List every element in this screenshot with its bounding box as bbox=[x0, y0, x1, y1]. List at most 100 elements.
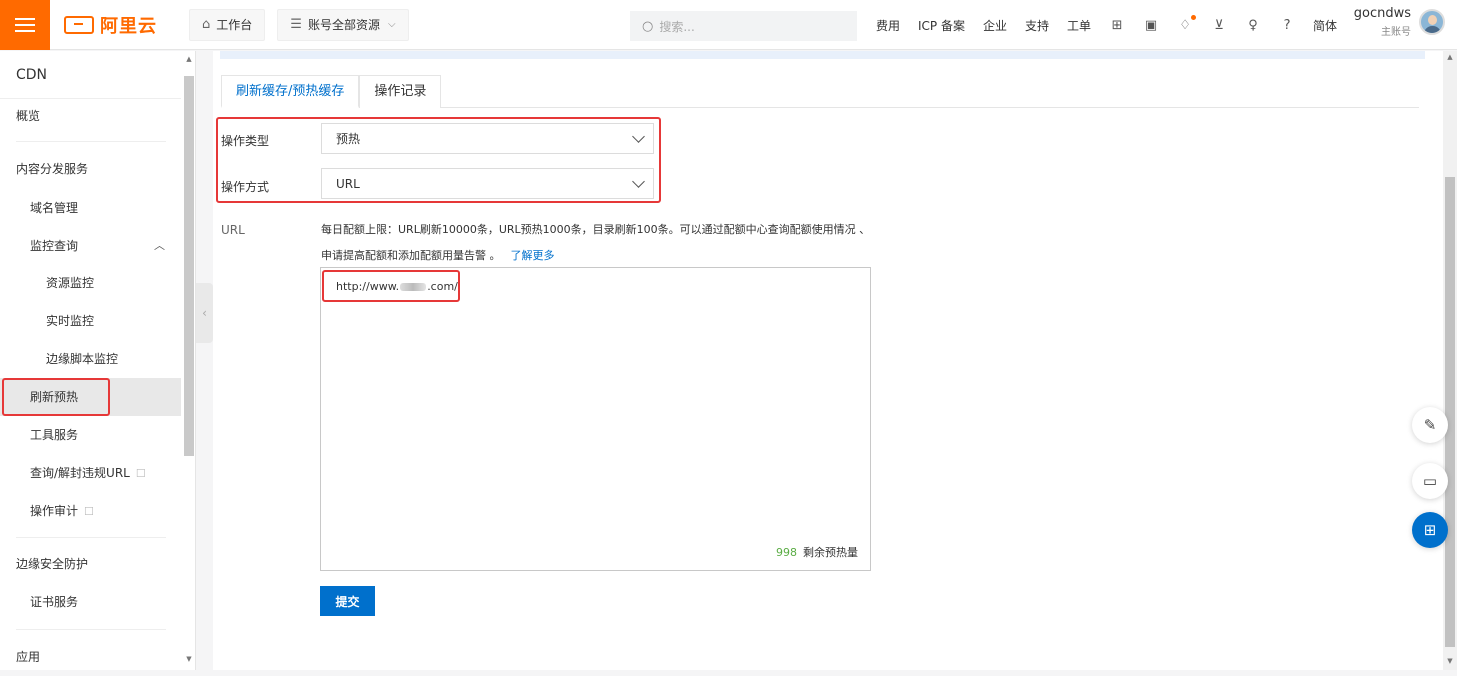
hamburger-menu-button[interactable] bbox=[0, 0, 50, 50]
bell-icon[interactable]: ♢ bbox=[1177, 15, 1197, 33]
sidebar-scroll-thumb[interactable] bbox=[184, 76, 194, 456]
sidebar-item-label: 资源监控 bbox=[46, 276, 95, 290]
sidebar-divider bbox=[16, 629, 166, 630]
scroll-up-arrow-icon[interactable]: ▲ bbox=[184, 55, 194, 63]
redacted-domain bbox=[400, 283, 427, 291]
lightbulb-icon[interactable]: ♀ bbox=[1245, 17, 1261, 33]
sidebar-title: CDN bbox=[0, 51, 181, 99]
chevron-up-icon: ︿ bbox=[154, 239, 165, 252]
notification-dot bbox=[1191, 15, 1197, 20]
sidebar-group-apps[interactable]: 应用 bbox=[0, 638, 181, 676]
apps-icon[interactable]: ⊞ bbox=[1109, 17, 1125, 33]
sidebar-collapse-button[interactable]: ‹ bbox=[196, 283, 213, 343]
chevron-left-icon: ‹ bbox=[202, 306, 207, 320]
external-link-icon: ☐ bbox=[135, 467, 146, 480]
tab-refresh-preload[interactable]: 刷新缓存/预热缓存 bbox=[221, 75, 360, 108]
sidebar-item-audit[interactable]: 操作审计 ☐ bbox=[0, 492, 181, 530]
avatar[interactable] bbox=[1419, 9, 1445, 35]
aliyun-logo[interactable]: 阿里云 bbox=[50, 0, 177, 50]
sidebar-item-url-query[interactable]: 查询/解封违规URL ☐ bbox=[0, 454, 181, 492]
billing-link[interactable]: 费用 bbox=[876, 17, 900, 34]
sidebar-item-label: 查询/解封违规URL bbox=[30, 466, 130, 480]
op-method-label: 操作方式 bbox=[221, 180, 270, 194]
main-scrollbar[interactable]: ▲ ▼ bbox=[1443, 51, 1457, 670]
tab-bar: 刷新缓存/预热缓存 操作记录 bbox=[221, 75, 1419, 108]
learn-more-link[interactable]: 了解更多 bbox=[511, 249, 555, 262]
sidebar-item-tools[interactable]: 工具服务 bbox=[0, 416, 181, 454]
main-scroll-thumb[interactable] bbox=[1445, 177, 1455, 647]
sidebar-item-label: 域名管理 bbox=[30, 201, 79, 215]
sidebar-group-content-delivery[interactable]: 内容分发服务 bbox=[0, 150, 181, 188]
grid-apps-icon[interactable]: ⊞ bbox=[1412, 512, 1448, 548]
scroll-down-arrow-icon[interactable]: ▼ bbox=[184, 655, 194, 663]
quota-hint-line1: 每日配额上限：URL刷新10000条，URL预热1000条，目录刷新100条。可… bbox=[321, 223, 871, 236]
sidebar-item-realtime-monitoring[interactable]: 实时监控 bbox=[0, 302, 181, 340]
chevron-down-icon bbox=[632, 175, 645, 188]
sidebar-scrollbar[interactable]: ▲ ▼ bbox=[184, 55, 194, 665]
sidebar-item-refresh-preload[interactable]: 刷新预热 bbox=[0, 378, 181, 416]
sidebar: CDN 概览 内容分发服务 域名管理 监控查询 ︿ 资源监控 实时监控 边缘脚本监… bbox=[0, 51, 196, 670]
sidebar-group-edge-security[interactable]: 边缘安全防护 bbox=[0, 545, 181, 583]
sidebar-item-label: 应用 bbox=[16, 650, 41, 664]
sidebar-item-label: 实时监控 bbox=[46, 314, 95, 328]
sidebar-item-label: 边缘脚本监控 bbox=[46, 352, 119, 366]
sidebar-item-domain-mgmt[interactable]: 域名管理 bbox=[0, 189, 181, 227]
quota-hint-line2: 申请提高配额和添加配额用量告警 。了解更多 bbox=[321, 247, 555, 263]
aliyun-logo-icon bbox=[64, 15, 94, 34]
support-link[interactable]: 支持 bbox=[1025, 17, 1049, 34]
url-prefix: http://www. bbox=[336, 280, 400, 293]
terminal-icon[interactable]: ▣ bbox=[1143, 17, 1159, 33]
url-value: http://www. .com/ bbox=[336, 280, 460, 294]
edit-icon[interactable]: ✎ bbox=[1412, 407, 1448, 443]
help-icon[interactable]: ? bbox=[1279, 17, 1295, 33]
resources-dropdown[interactable]: ☰ 账号全部资源 ⌵ bbox=[277, 8, 409, 41]
enterprise-link[interactable]: 企业 bbox=[983, 17, 1007, 34]
sidebar-item-label: 操作审计 bbox=[30, 504, 79, 518]
url-textarea[interactable]: http://www. .com/ 998 剩余预热量 bbox=[320, 267, 871, 571]
chat-icon[interactable]: ▭ bbox=[1412, 463, 1448, 499]
scroll-down-arrow-icon[interactable]: ▼ bbox=[1445, 657, 1455, 665]
submit-button[interactable]: 提交 bbox=[320, 586, 375, 616]
user-menu[interactable]: gocndws 主账号 bbox=[1354, 6, 1445, 38]
user-info: gocndws 主账号 bbox=[1354, 6, 1411, 38]
sidebar-item-label: 概览 bbox=[16, 109, 41, 123]
tab-operation-log[interactable]: 操作记录 bbox=[359, 75, 442, 108]
search-input[interactable]: ○ 搜索... bbox=[630, 11, 857, 41]
sidebar-item-label: 内容分发服务 bbox=[16, 162, 89, 176]
main-content: 刷新缓存/预热缓存 操作记录 操作类型 预热 操作方式 URL URL 每日配额… bbox=[213, 51, 1443, 670]
ticket-link[interactable]: 工单 bbox=[1067, 17, 1091, 34]
op-method-select[interactable]: URL bbox=[321, 168, 654, 199]
user-role: 主账号 bbox=[1381, 27, 1411, 38]
sidebar-item-edge-script-monitoring[interactable]: 边缘脚本监控 bbox=[0, 340, 181, 378]
sidebar-item-label: 证书服务 bbox=[30, 595, 79, 609]
op-type-select[interactable]: 预热 bbox=[321, 123, 654, 154]
remaining-counter: 998 剩余预热量 bbox=[776, 544, 858, 560]
url-suffix: .com/ bbox=[427, 280, 458, 293]
language-switch[interactable]: 简体 bbox=[1313, 17, 1337, 34]
sidebar-item-label: 监控查询 bbox=[30, 239, 79, 253]
quota-hint-text: 申请提高配额和添加配额用量告警 。 bbox=[321, 249, 501, 262]
sidebar-item-resource-monitoring[interactable]: 资源监控 bbox=[0, 264, 181, 302]
workbench-button[interactable]: ⌂ 工作台 bbox=[189, 8, 266, 41]
top-bar: 阿里云 ⌂ 工作台 ☰ 账号全部资源 ⌵ ○ 搜索... 费用 ICP 备案 企… bbox=[0, 0, 1457, 50]
cart-icon[interactable]: ⊻ bbox=[1211, 17, 1227, 33]
list-icon: ☰ bbox=[290, 17, 302, 32]
top-links: 费用 ICP 备案 企业 支持 工单 ⊞ ▣ ♢ ⊻ ♀ ? 简体 bbox=[876, 0, 1355, 50]
sidebar-item-monitoring[interactable]: 监控查询 ︿ bbox=[0, 227, 181, 265]
search-icon: ○ bbox=[642, 18, 654, 34]
chevron-down-icon bbox=[632, 130, 645, 143]
sidebar-item-overview[interactable]: 概览 bbox=[0, 97, 181, 135]
icp-link[interactable]: ICP 备案 bbox=[918, 17, 965, 34]
sidebar-divider bbox=[16, 537, 166, 538]
scroll-up-arrow-icon[interactable]: ▲ bbox=[1445, 53, 1455, 61]
remaining-count: 998 bbox=[776, 546, 797, 559]
chevron-down-icon: ⌵ bbox=[387, 19, 396, 30]
op-type-value: 预热 bbox=[336, 132, 361, 146]
sidebar-divider bbox=[16, 141, 166, 142]
op-method-value: URL bbox=[336, 176, 360, 191]
sidebar-item-label: 边缘安全防护 bbox=[16, 557, 89, 571]
external-link-icon: ☐ bbox=[84, 505, 94, 518]
sidebar-item-cert-service[interactable]: 证书服务 bbox=[0, 583, 181, 621]
sidebar-item-label: 刷新预热 bbox=[30, 390, 79, 404]
sidebar-item-label: 工具服务 bbox=[30, 428, 79, 442]
